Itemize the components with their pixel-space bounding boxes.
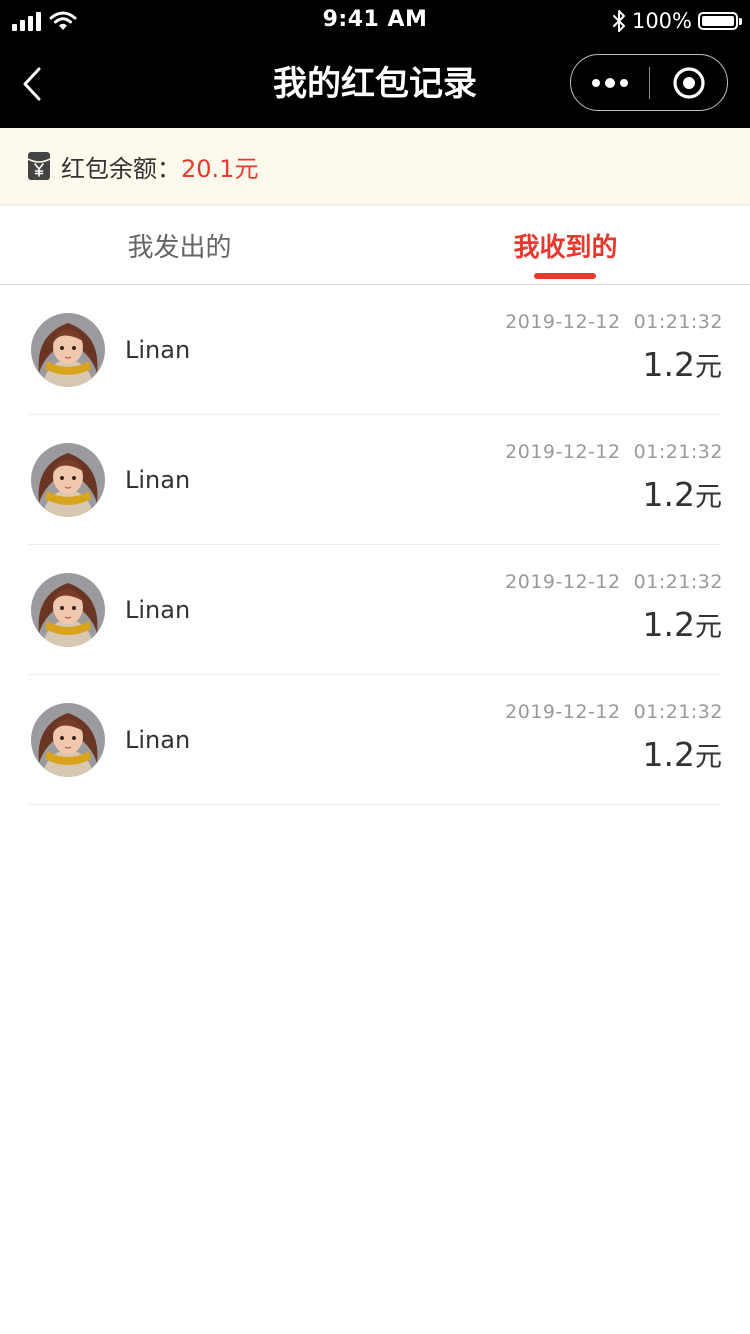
active-tab-indicator [534,273,596,279]
record-amount: 1.2元 [643,735,722,774]
avatar [31,573,105,647]
record-row[interactable]: Linan 2019-12-12 01:21:32 1.2元 [0,545,750,675]
sender-name: Linan [125,466,191,494]
record-amount: 1.2元 [643,345,722,384]
record-row[interactable]: Linan 2019-12-12 01:21:32 1.2元 [0,415,750,545]
record-row[interactable]: Linan 2019-12-12 01:21:32 1.2元 [0,285,750,415]
record-time: 2019-12-12 01:21:32 [505,311,723,333]
avatar [31,313,105,387]
tab-sent[interactable]: 我发出的 [0,206,367,284]
more-button[interactable] [571,55,649,110]
red-packet-icon [27,152,51,180]
avatar [31,443,105,517]
amount-unit: 元 [695,482,722,513]
battery-icon [698,12,742,30]
mini-program-capsule [570,54,728,111]
close-button[interactable] [650,55,727,110]
record-amount: 1.2元 [643,605,722,644]
more-dots-icon [592,77,628,88]
target-circle-icon [672,66,705,99]
row-divider [29,804,721,805]
amount-unit: 元 [695,352,722,383]
record-time: 2019-12-12 01:21:32 [505,701,723,723]
balance-label: 红包余额： [61,154,181,183]
avatar [31,703,105,777]
battery-percentage: 100% [631,9,692,33]
bluetooth-icon [612,10,625,32]
amount-value: 1.2 [642,605,695,644]
amount-value: 1.2 [642,475,695,514]
record-row[interactable]: Linan 2019-12-12 01:21:32 1.2元 [0,675,750,805]
amount-unit: 元 [695,742,722,773]
tab-bar: 我发出的 我收到的 [0,206,750,285]
record-time: 2019-12-12 01:21:32 [505,571,723,593]
status-bar: 9:41 AM 100% [0,0,750,40]
balance-banner: 红包余额： 20.1元 [0,128,750,205]
amount-unit: 元 [695,612,722,643]
amount-value: 1.2 [642,345,695,384]
sender-name: Linan [125,336,191,364]
amount-value: 1.2 [642,735,695,774]
record-amount: 1.2元 [643,475,722,514]
nav-bar: 我的红包记录 [0,40,750,128]
sender-name: Linan [125,596,191,624]
record-time: 2019-12-12 01:21:32 [505,441,723,463]
sender-name: Linan [125,726,191,754]
status-right: 100% [612,7,742,35]
record-list: Linan 2019-12-12 01:21:32 1.2元 Linan 201… [0,285,750,805]
balance-value: 20.1元 [181,154,259,183]
